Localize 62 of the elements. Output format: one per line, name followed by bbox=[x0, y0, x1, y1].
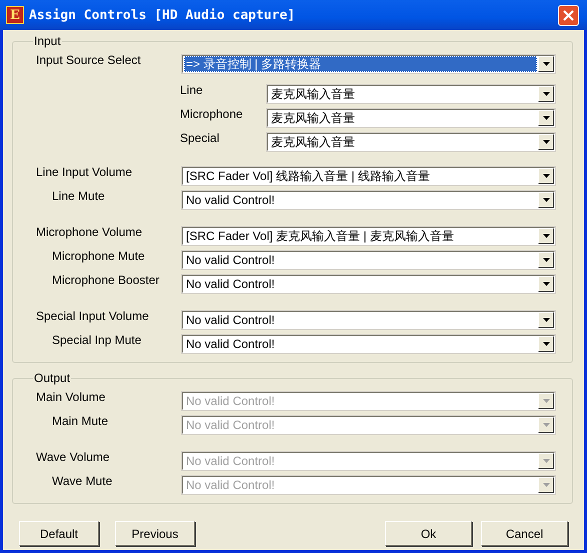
dropdown-button[interactable] bbox=[538, 192, 554, 208]
dropdown[interactable]: No valid Control! bbox=[181, 250, 556, 270]
dropdown[interactable]: [SRC Fader Vol] 麦克风输入音量 | 麦克风输入音量 bbox=[181, 226, 556, 246]
dropdown-button[interactable] bbox=[538, 276, 554, 292]
field-label: Special Input Volume bbox=[36, 309, 150, 323]
group-label: Output bbox=[33, 371, 72, 385]
dropdown-button[interactable] bbox=[538, 312, 554, 328]
dropdown-button[interactable] bbox=[538, 56, 554, 72]
field-label: Wave Mute bbox=[51, 474, 114, 488]
caret-icon bbox=[542, 258, 550, 262]
field-label: Main Volume bbox=[36, 390, 106, 404]
dropdown[interactable]: 麦克风输入音量 bbox=[266, 108, 556, 128]
field-label: Wave Volume bbox=[36, 450, 111, 464]
field-label: Line Input Volume bbox=[36, 165, 134, 179]
caret-icon bbox=[542, 423, 550, 427]
group-label: Input bbox=[33, 34, 62, 48]
dialog-button[interactable]: Cancel bbox=[481, 521, 568, 546]
field-label: Microphone Mute bbox=[51, 249, 146, 263]
caret-icon bbox=[542, 342, 550, 346]
caret-icon bbox=[542, 483, 550, 487]
dialog-button[interactable]: Ok bbox=[385, 521, 472, 546]
dropdown-button[interactable] bbox=[538, 110, 554, 126]
caret-icon bbox=[542, 140, 550, 144]
dropdown[interactable]: No valid Control! bbox=[181, 310, 556, 330]
app-icon: E bbox=[6, 6, 24, 24]
field-label: Input Source Select bbox=[36, 53, 142, 67]
caret-icon bbox=[542, 234, 550, 238]
dropdown-button[interactable] bbox=[538, 252, 554, 268]
field-label: Microphone Volume bbox=[36, 225, 144, 239]
dropdown[interactable]: 麦克风输入音量 bbox=[266, 84, 556, 104]
field-label: Special Inp Mute bbox=[51, 333, 142, 347]
caret-icon bbox=[542, 198, 550, 202]
field-label: Microphone Booster bbox=[51, 273, 160, 287]
dialog-button[interactable]: Previous bbox=[115, 521, 195, 546]
dropdown-button[interactable] bbox=[538, 336, 554, 352]
caret-icon bbox=[542, 92, 550, 96]
close-icon bbox=[563, 10, 574, 20]
caret-icon bbox=[542, 282, 550, 286]
field-label: Main Mute bbox=[51, 414, 110, 428]
caret-icon bbox=[542, 318, 550, 322]
close-button[interactable] bbox=[558, 4, 579, 26]
dropdown[interactable]: [SRC Fader Vol] 线路输入音量 | 线路输入音量 bbox=[181, 166, 556, 186]
dropdown[interactable]: No valid Control! bbox=[181, 274, 556, 294]
window-title: Assign Controls [HD Audio capture] bbox=[29, 8, 296, 22]
dropdown-button[interactable] bbox=[538, 134, 554, 150]
field-label: Microphone bbox=[180, 107, 244, 121]
caret-icon bbox=[542, 174, 550, 178]
caret-icon bbox=[542, 62, 550, 66]
caret-icon bbox=[542, 459, 550, 463]
field-label: Special bbox=[180, 131, 220, 145]
dropdown[interactable]: 麦克风输入音量 bbox=[266, 132, 556, 152]
dialog-button[interactable]: Default bbox=[19, 521, 99, 546]
caret-icon bbox=[542, 116, 550, 120]
dropdown[interactable]: => 录音控制 | 多路转换器 bbox=[181, 54, 556, 74]
field-label: Line bbox=[180, 83, 204, 97]
dropdown[interactable]: No valid Control! bbox=[181, 190, 556, 210]
caret-icon bbox=[542, 399, 550, 403]
dropdown-button[interactable] bbox=[538, 228, 554, 244]
dropdown-button[interactable] bbox=[538, 168, 554, 184]
field-label: Line Mute bbox=[51, 189, 106, 203]
dropdown[interactable]: No valid Control! bbox=[181, 334, 556, 354]
dropdown-button[interactable] bbox=[538, 86, 554, 102]
